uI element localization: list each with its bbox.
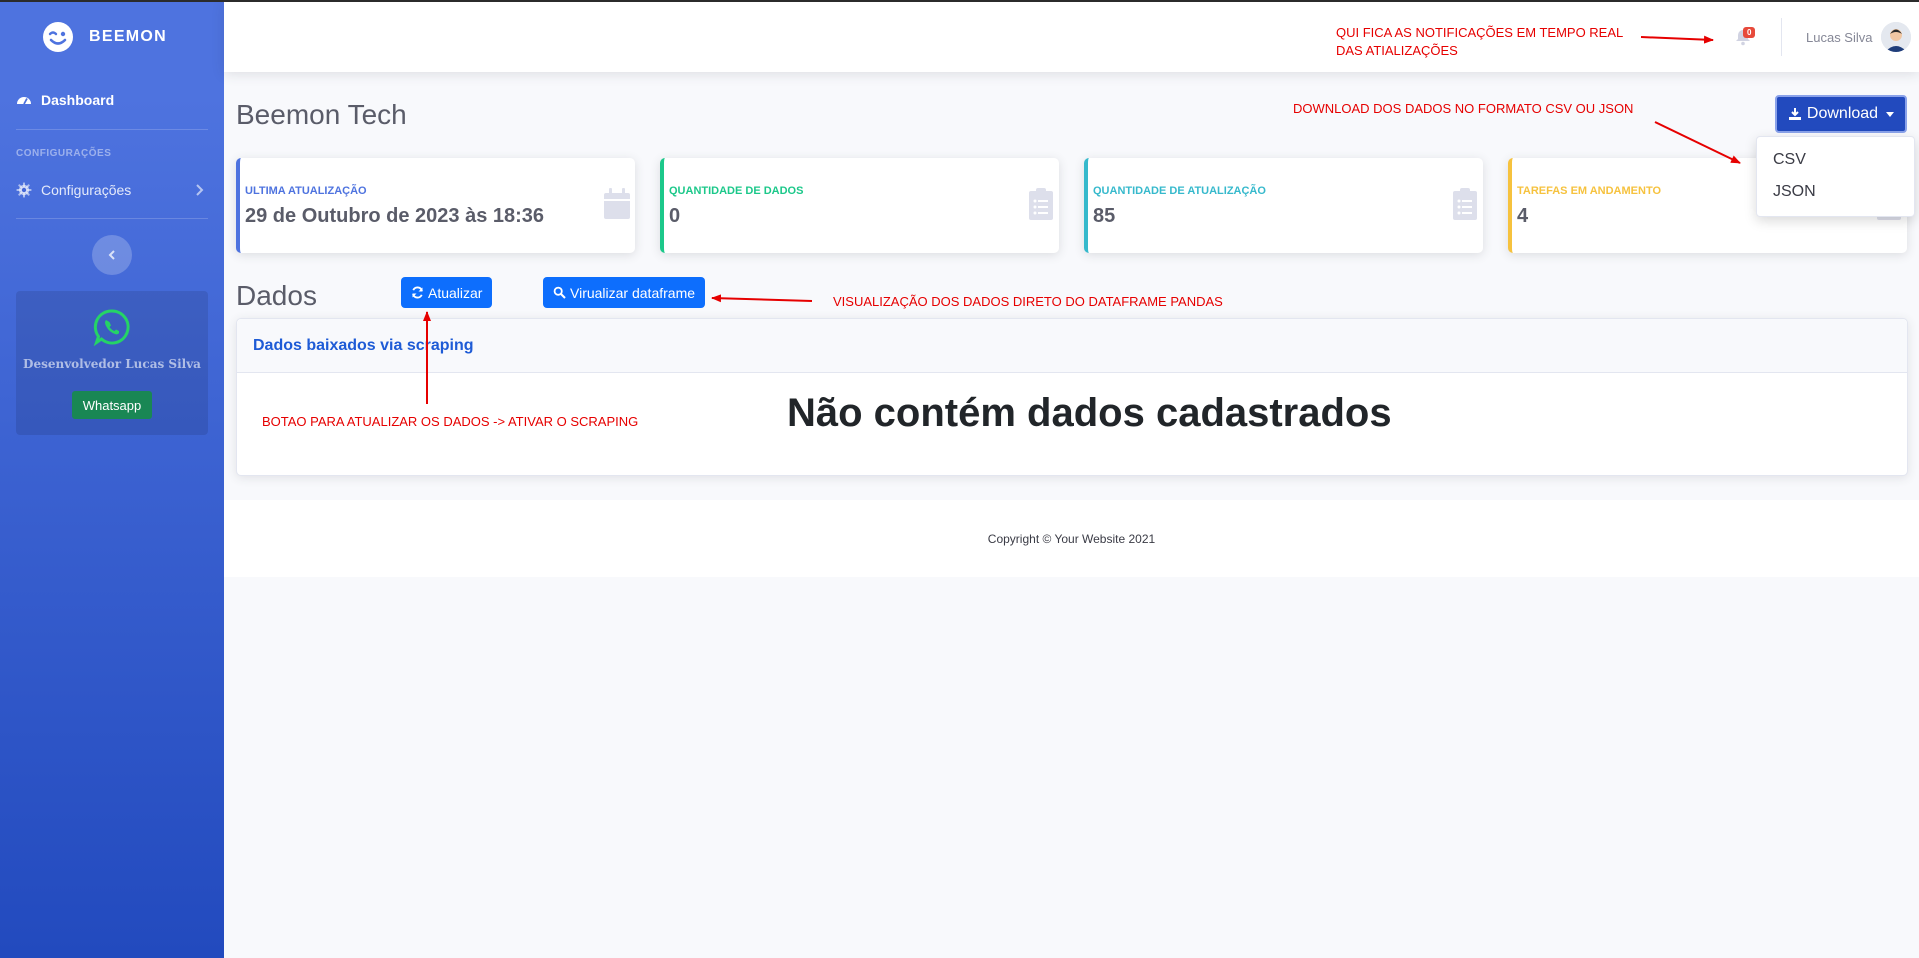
chevron-left-icon (108, 250, 115, 260)
brand-logo-icon (43, 22, 73, 52)
whatsapp-icon (93, 309, 130, 346)
copyright-text: Copyright © Your Website 2021 (987, 532, 1156, 546)
arrow-to-dataframe (711, 294, 813, 303)
brand-name: BEEMON (89, 28, 168, 45)
dropdown-item-json[interactable]: JSON (1773, 183, 1816, 201)
sidebar-item-configuracoes[interactable]: Configurações (16, 182, 131, 198)
stat-value: 85 (1093, 205, 1116, 227)
stat-label: QUANTIDADE DE DADOS (669, 185, 804, 197)
data-panel: Dados baixados via scraping Não contém d… (236, 318, 1908, 476)
topbar (224, 2, 1919, 72)
view-dataframe-button[interactable]: Virualizar dataframe (543, 277, 706, 308)
download-icon (1788, 108, 1801, 120)
annotation-line: DAS ATIALIZAÇÕES (1336, 43, 1458, 58)
sidebar-heading: CONFIGURAÇÕES (16, 148, 112, 159)
search-icon (553, 286, 566, 299)
arrow-to-download (1654, 121, 1741, 164)
panel-header: Dados baixados via scraping (237, 319, 1907, 373)
sidebar-item-label: Configurações (41, 182, 132, 198)
view-dataframe-button-label: Virualizar dataframe (570, 284, 696, 301)
refresh-icon (412, 286, 423, 299)
sidebar-divider (16, 129, 208, 130)
download-dropdown-menu-overlay: CSV JSON (1756, 136, 1915, 217)
sidebar-divider (16, 218, 208, 219)
stat-value: 0 (669, 205, 681, 227)
clipboard-list-icon (1029, 188, 1053, 220)
stat-label: QUANTIDADE DE ATUALIZAÇÃO (1093, 185, 1266, 197)
refresh-button-label: Atualizar (428, 284, 483, 301)
stat-card-last-update: ULTIMA ATUALIZAÇÃO 29 de Outubro de 2023… (236, 158, 635, 253)
stat-value: 4 (1517, 205, 1529, 227)
sidebar: BEEMON Dashboard CONFIGURAÇÕES Configura… (0, 0, 224, 958)
gear-icon (16, 182, 32, 198)
dropdown-item-csv[interactable]: CSV (1773, 151, 1806, 169)
caret-down-icon (1886, 111, 1895, 117)
sidebar-toggle-button[interactable] (92, 235, 132, 275)
stat-card-data-count: QUANTIDADE DE DADOS 0 (660, 158, 1059, 253)
annotation-notifications: QUI FICA AS NOTIFICAÇÕES EM TEMPO REAL D… (1336, 24, 1623, 60)
annotation-dataframe: VISUALIZAÇÃO DOS DADOS DIRETO DO DATAFRA… (833, 294, 1223, 309)
sidebar-item-label: Dashboard (41, 92, 115, 108)
chevron-right-icon (196, 184, 204, 196)
calendar-icon (604, 188, 630, 219)
annotation-refresh: BOTAO PARA ATUALIZAR OS DADOS -> ATIVAR … (262, 414, 639, 429)
stat-label: TAREFAS EM ANDAMENTO (1517, 185, 1662, 197)
whatsapp-button[interactable]: Whatsapp (72, 391, 152, 419)
download-button-label: Download (1806, 105, 1879, 122)
topbar-divider (1781, 18, 1782, 56)
sidebar-item-dashboard[interactable]: Dashboard (16, 92, 114, 108)
stat-label: ULTIMA ATUALIZAÇÃO (245, 185, 367, 197)
stat-value: 29 de Outubro de 2023 às 18:36 (245, 205, 545, 227)
section-title: Dados (236, 280, 317, 311)
annotation-line: QUI FICA AS NOTIFICAÇÕES EM TEMPO REAL (1336, 25, 1624, 40)
sidebar-developer-card: Desenvolvedor Lucas Silva Whatsapp (16, 291, 208, 435)
clipboard-list-icon (1453, 188, 1477, 220)
page-title: Beemon Tech (236, 99, 407, 130)
notification-badge: 0 (1743, 27, 1756, 38)
empty-state-message: Não contém dados cadastrados (787, 391, 1392, 435)
footer: Copyright © Your Website 2021 (224, 500, 1919, 577)
user-avatar-icon (1881, 22, 1911, 52)
developer-name: Desenvolvedor Lucas Silva (23, 357, 201, 371)
avatar[interactable] (1881, 22, 1911, 52)
brand[interactable]: BEEMON (42, 20, 167, 54)
tachometer-icon (17, 97, 31, 105)
annotation-arrows (423, 35, 1741, 404)
window-top-border (0, 0, 1919, 2)
annotation-download: DOWNLOAD DOS DADOS NO FORMATO CSV OU JSO… (1293, 101, 1634, 116)
user-name[interactable]: Lucas Silva (1806, 30, 1872, 45)
download-button[interactable]: Download (1775, 95, 1907, 133)
panel-title: Dados baixados via scraping (253, 337, 474, 354)
stat-card-update-count: QUANTIDADE DE ATUALIZAÇÃO 85 (1084, 158, 1483, 253)
refresh-button[interactable]: Atualizar (401, 277, 493, 308)
